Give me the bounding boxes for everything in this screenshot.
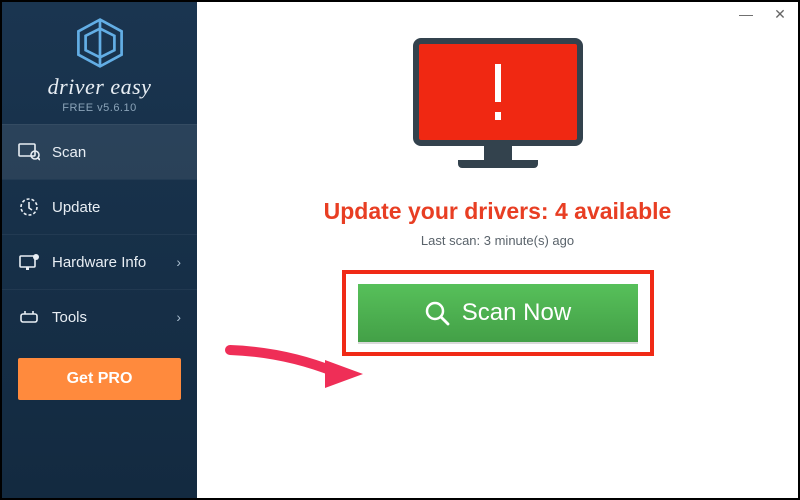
chevron-right-icon: › <box>176 254 181 270</box>
scan-button-highlight-box: Scan Now <box>342 270 654 356</box>
sidebar-item-scan[interactable]: Scan <box>2 124 197 179</box>
brand-version: FREE v5.6.10 <box>14 102 185 114</box>
exclamation-icon <box>484 64 512 120</box>
scan-now-button[interactable]: Scan Now <box>358 284 638 342</box>
minimize-button[interactable]: — <box>738 6 754 22</box>
sidebar-item-label: Tools <box>52 309 87 326</box>
update-headline: Update your drivers: 4 available <box>324 198 672 225</box>
search-icon <box>424 300 450 326</box>
brand-block: driver easy FREE v5.6.10 <box>2 2 197 124</box>
brand-logo-icon <box>73 16 127 70</box>
app-window: driver easy FREE v5.6.10 Scan Update <box>2 2 798 498</box>
hardware-info-icon <box>18 251 40 273</box>
update-icon <box>18 196 40 218</box>
last-scan-text: Last scan: 3 minute(s) ago <box>421 233 574 248</box>
annotation-arrow-icon <box>225 342 365 392</box>
close-button[interactable]: ✕ <box>772 6 788 22</box>
tools-icon <box>18 306 40 328</box>
sidebar-item-hardware-info[interactable]: Hardware Info › <box>2 234 197 289</box>
sidebar: driver easy FREE v5.6.10 Scan Update <box>2 2 197 498</box>
get-pro-button[interactable]: Get PRO <box>18 358 181 400</box>
chevron-right-icon: › <box>176 309 181 325</box>
sidebar-item-label: Scan <box>52 144 86 161</box>
nav-list: Scan Update Hardware Info › Tools <box>2 124 197 344</box>
sidebar-item-label: Hardware Info <box>52 254 146 271</box>
sidebar-item-tools[interactable]: Tools › <box>2 289 197 344</box>
main-panel: Update your drivers: 4 available Last sc… <box>197 2 798 498</box>
sidebar-item-update[interactable]: Update <box>2 179 197 234</box>
sidebar-item-label: Update <box>52 199 100 216</box>
scan-icon <box>18 141 40 163</box>
alert-monitor-illustration <box>413 38 583 178</box>
brand-name: driver easy <box>14 74 185 100</box>
scan-now-label: Scan Now <box>462 299 571 327</box>
